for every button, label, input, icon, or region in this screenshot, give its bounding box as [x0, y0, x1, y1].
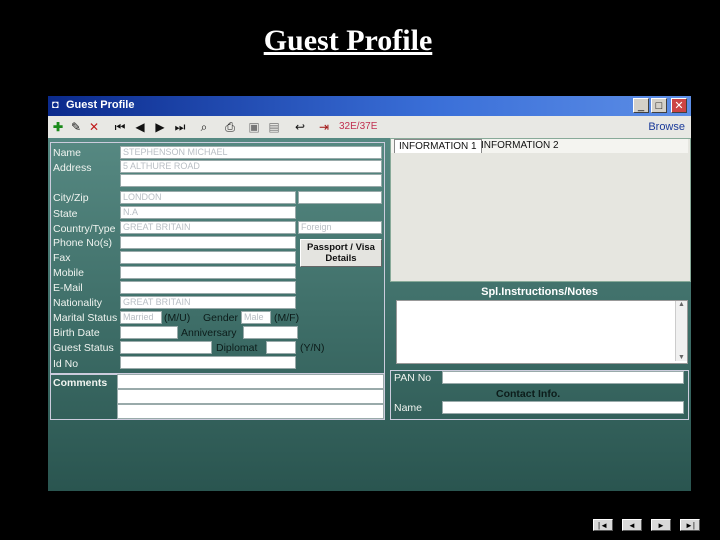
- phone-field[interactable]: [120, 236, 296, 249]
- next-slide-button[interactable]: ►: [651, 519, 671, 531]
- exit-icon[interactable]: ⇥: [316, 119, 332, 135]
- diplomat-field[interactable]: [266, 341, 296, 354]
- toolbar: ✚ ✎ ✕ ⏮ ◀ ▶ ⏭ ⌕ ⎙ ▣ ▤ ↩ ⇥ 32E/37E Browse: [48, 116, 691, 138]
- state-label: State: [53, 208, 78, 220]
- scroll-up-icon[interactable]: ▲: [676, 301, 687, 308]
- name-field[interactable]: STEPHENSON MICHAEL: [120, 146, 382, 159]
- minimize-button[interactable]: _: [633, 98, 649, 113]
- anniversary-field[interactable]: [243, 326, 298, 339]
- guest-status-field[interactable]: [120, 341, 212, 354]
- gender-field[interactable]: Male: [241, 311, 271, 324]
- find-icon[interactable]: ⌕: [196, 119, 212, 135]
- previous-record-icon[interactable]: ◀: [132, 119, 148, 135]
- browse-link[interactable]: Browse: [648, 121, 685, 133]
- app-icon: ◘: [52, 99, 59, 111]
- tab-information-2[interactable]: INFORMATION 2: [477, 139, 563, 153]
- first-slide-button[interactable]: |◄: [593, 519, 613, 531]
- contact-name-label: Name: [394, 402, 423, 414]
- name-label: Name: [53, 147, 82, 159]
- marital-status-label: Marital Status: [53, 312, 118, 324]
- diplomat-label: Diplomat: [216, 342, 258, 354]
- fax-label: Fax: [53, 252, 71, 264]
- next-record-icon[interactable]: ▶: [152, 119, 168, 135]
- first-record-icon[interactable]: ⏮: [112, 119, 128, 135]
- comments-label: Comments: [53, 377, 108, 389]
- last-slide-button[interactable]: ►|: [680, 519, 700, 531]
- country-field[interactable]: GREAT BRITAIN: [120, 221, 296, 234]
- mobile-label: Mobile: [53, 267, 84, 279]
- comments-line1[interactable]: [117, 374, 384, 389]
- print-icon[interactable]: ⎙: [222, 119, 238, 135]
- gender-label: Gender: [203, 312, 239, 324]
- address-line2-field[interactable]: [120, 174, 382, 187]
- id-no-label: Id No: [53, 358, 79, 370]
- mobile-field[interactable]: [120, 266, 296, 279]
- comments-line2[interactable]: [117, 389, 384, 404]
- gender-hint: (M/F): [274, 312, 300, 324]
- marital-hint: (M/U): [164, 312, 191, 324]
- contact-name-field[interactable]: [442, 401, 684, 414]
- last-record-icon[interactable]: ⏭: [172, 119, 188, 135]
- tab-information-1[interactable]: INFORMATION 1: [394, 139, 482, 153]
- country-type-label: Country/Type: [53, 223, 116, 235]
- title-bar: ◘ Guest Profile _ □ ✕: [48, 96, 691, 116]
- maximize-button[interactable]: □: [651, 98, 667, 113]
- birth-date-field[interactable]: [120, 326, 178, 339]
- window-title: Guest Profile: [66, 99, 135, 111]
- marital-status-field[interactable]: Married: [120, 311, 162, 324]
- passport-visa-button[interactable]: Passport / Visa Details: [300, 239, 382, 267]
- state-field[interactable]: N.A: [120, 206, 296, 219]
- zip-field[interactable]: [298, 191, 382, 204]
- comments-line3[interactable]: [117, 404, 384, 419]
- guest-profile-window: ◘ Guest Profile _ □ ✕ ✚ ✎ ✕ ⏮ ◀ ▶ ⏭ ⌕ ⎙ …: [48, 96, 691, 491]
- tab-strip: INFORMATION 1 INFORMATION 2: [391, 139, 688, 153]
- close-button[interactable]: ✕: [671, 98, 687, 113]
- email-label: E-Mail: [53, 282, 83, 294]
- nationality-label: Nationality: [53, 297, 103, 309]
- scroll-down-icon[interactable]: ▼: [676, 354, 687, 361]
- edit-icon[interactable]: ✎: [68, 119, 84, 135]
- birth-date-label: Birth Date: [53, 327, 100, 339]
- pan-no-label: PAN No: [394, 372, 432, 384]
- undo-icon[interactable]: ↩: [292, 119, 308, 135]
- email-field[interactable]: [120, 281, 296, 294]
- city-zip-label: City/Zip: [53, 192, 89, 204]
- information-tab-panel: [390, 138, 691, 282]
- add-icon[interactable]: ✚: [50, 119, 66, 135]
- record-counter: 32E/37E: [339, 121, 378, 132]
- fax-field[interactable]: [120, 251, 296, 264]
- phone-label: Phone No(s): [53, 237, 112, 249]
- diplomat-hint: (Y/N): [300, 342, 325, 354]
- address-line1-field[interactable]: 5 ALTHURE ROAD: [120, 160, 382, 173]
- contact-info-label: Contact Info.: [496, 388, 561, 400]
- pan-no-field[interactable]: [442, 371, 684, 384]
- guest-status-label: Guest Status: [53, 342, 114, 354]
- save-icon[interactable]: ▣: [246, 119, 262, 135]
- city-field[interactable]: LONDON: [120, 191, 296, 204]
- notes-scrollbar[interactable]: ▲ ▼: [675, 301, 687, 361]
- address-label: Address: [53, 162, 92, 174]
- notes-textarea[interactable]: ▲ ▼: [396, 300, 688, 364]
- notes-title: Spl.Instructions/Notes: [481, 286, 598, 298]
- previous-slide-button[interactable]: ◄: [622, 519, 642, 531]
- type-field[interactable]: Foreign: [298, 221, 382, 234]
- anniversary-label: Anniversary: [181, 327, 237, 339]
- id-no-field[interactable]: [120, 356, 296, 369]
- save-all-icon[interactable]: ▤: [266, 119, 282, 135]
- delete-icon[interactable]: ✕: [86, 119, 102, 135]
- nationality-field[interactable]: GREAT BRITAIN: [120, 296, 296, 309]
- slide-title: Guest Profile: [263, 24, 433, 57]
